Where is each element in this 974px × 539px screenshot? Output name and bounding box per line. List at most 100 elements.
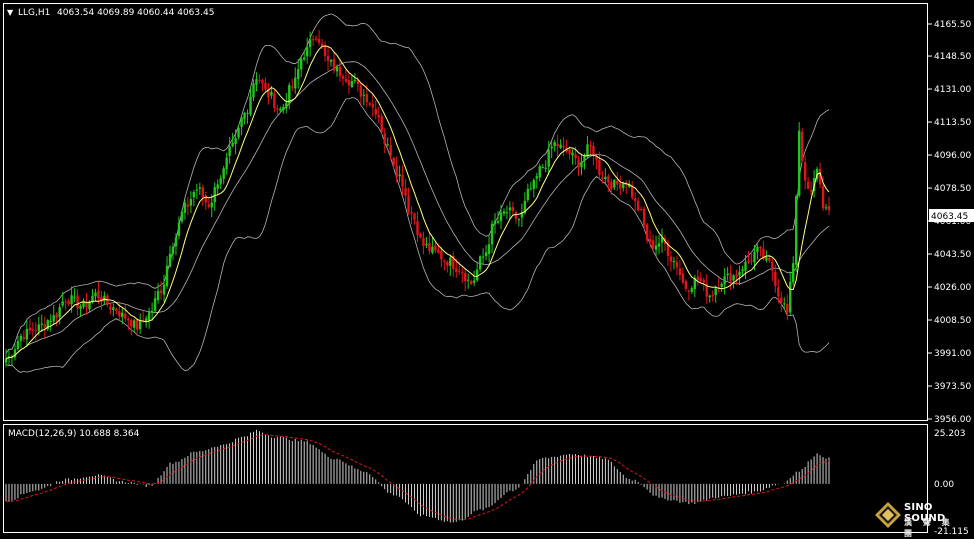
candle bbox=[800, 128, 804, 163]
candle-body bbox=[639, 209, 643, 211]
candle-body bbox=[52, 315, 55, 322]
candle-body bbox=[186, 204, 190, 207]
candle-body bbox=[726, 273, 729, 276]
candle-body bbox=[282, 106, 285, 111]
candle-body bbox=[216, 184, 219, 189]
candle-body bbox=[344, 78, 348, 82]
candle-body bbox=[708, 295, 711, 298]
price-tick-label: 4165.50 bbox=[934, 20, 971, 30]
candle-body bbox=[553, 142, 556, 147]
candle-body bbox=[389, 145, 392, 157]
candle bbox=[645, 223, 649, 244]
candle-body bbox=[469, 280, 473, 284]
candle-body bbox=[449, 257, 452, 266]
candle-body bbox=[535, 176, 538, 179]
candle-body bbox=[258, 79, 261, 81]
candle-body bbox=[437, 249, 440, 253]
candle-body bbox=[273, 93, 276, 108]
candle-body bbox=[607, 176, 610, 183]
candle-body bbox=[428, 243, 431, 252]
candle-body bbox=[642, 208, 646, 226]
candle-body bbox=[792, 263, 795, 283]
candle-body bbox=[240, 117, 243, 127]
candle-body bbox=[613, 180, 616, 188]
candle-body bbox=[484, 252, 488, 257]
candle-body bbox=[237, 127, 240, 138]
candle-body bbox=[168, 253, 172, 267]
candle-body bbox=[94, 292, 97, 297]
candle-body bbox=[464, 273, 467, 282]
candle-body bbox=[97, 290, 100, 299]
candle-body bbox=[210, 202, 213, 208]
candle-body bbox=[285, 103, 288, 109]
candle-body bbox=[28, 327, 32, 331]
candle-body bbox=[797, 130, 801, 196]
price-tick-label: 4008.50 bbox=[934, 316, 971, 326]
candle-body bbox=[353, 79, 357, 82]
candle-body bbox=[323, 45, 327, 56]
candle-body bbox=[127, 318, 130, 321]
candle-body bbox=[395, 165, 398, 178]
candle-body bbox=[300, 58, 303, 70]
candle-body bbox=[112, 307, 115, 310]
candle-body bbox=[443, 260, 446, 262]
candle-body bbox=[276, 108, 279, 110]
candle-body bbox=[338, 66, 342, 76]
candle-body bbox=[633, 198, 637, 201]
candle-body bbox=[386, 144, 389, 146]
candle-body bbox=[159, 290, 163, 294]
candle-body bbox=[431, 247, 434, 253]
candle-body bbox=[297, 69, 300, 80]
candle-body bbox=[678, 268, 682, 275]
candle-body bbox=[756, 246, 759, 252]
candle-body bbox=[550, 146, 553, 149]
candle-body bbox=[407, 195, 410, 213]
candle-body bbox=[362, 94, 366, 96]
candle-body bbox=[610, 181, 613, 190]
candle-body bbox=[183, 202, 187, 213]
candle-body bbox=[696, 276, 699, 280]
candle-body bbox=[478, 256, 482, 270]
candle-body bbox=[49, 321, 52, 323]
candle-body bbox=[574, 154, 577, 159]
candle-body bbox=[58, 307, 61, 318]
candle-body bbox=[308, 39, 312, 48]
candle-body bbox=[720, 283, 723, 287]
price-tick-label: 3991.00 bbox=[934, 349, 971, 359]
candle-body bbox=[723, 276, 726, 285]
candle-body bbox=[171, 246, 175, 255]
candle-body bbox=[401, 175, 404, 187]
candle-body bbox=[368, 103, 371, 105]
candle-body bbox=[514, 211, 518, 219]
candle-body bbox=[672, 260, 676, 262]
candle-body bbox=[341, 76, 345, 79]
candle-body bbox=[458, 270, 461, 272]
candle-body bbox=[222, 168, 225, 179]
candle-body bbox=[204, 195, 207, 203]
candle-body bbox=[371, 103, 374, 108]
candle-body bbox=[434, 245, 437, 251]
candle-body bbox=[440, 251, 443, 260]
candle-body bbox=[616, 180, 619, 185]
candle-body bbox=[291, 86, 294, 88]
candle-body bbox=[556, 143, 559, 147]
candle-body bbox=[622, 183, 625, 188]
candle-body bbox=[669, 256, 673, 262]
candle-body bbox=[365, 94, 369, 103]
price-tick-label: 3973.50 bbox=[934, 382, 971, 392]
candle-body bbox=[270, 91, 273, 96]
candle-body bbox=[294, 77, 297, 89]
candle-body bbox=[777, 287, 780, 297]
header-menu-triangle[interactable]: ▼ bbox=[7, 8, 14, 17]
macd-tick-label: 0.00 bbox=[934, 480, 954, 490]
candle-body bbox=[511, 207, 515, 212]
candle-body bbox=[619, 183, 622, 189]
candle-body bbox=[133, 320, 136, 328]
candle-body bbox=[255, 79, 258, 86]
candle-body bbox=[70, 295, 73, 305]
candle-body bbox=[493, 221, 497, 225]
candle-body bbox=[487, 244, 491, 254]
candle-body bbox=[305, 46, 309, 57]
candle-body bbox=[201, 187, 205, 198]
candle-body bbox=[213, 187, 216, 203]
